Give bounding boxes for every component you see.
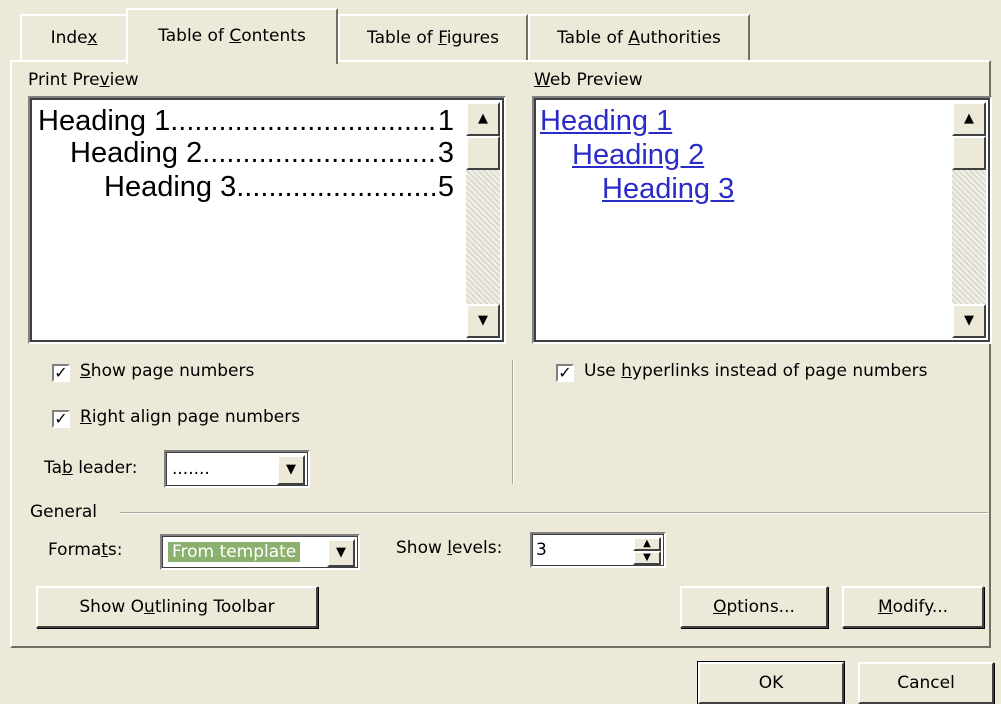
print-preview-scrollbar[interactable]: ▲ ▼ <box>466 102 500 338</box>
toc-line: Heading 3...............................… <box>104 171 454 203</box>
scroll-up-icon[interactable]: ▲ <box>466 102 500 136</box>
web-preview-link[interactable]: Heading 2 <box>572 138 704 172</box>
column-divider <box>512 360 514 484</box>
formats-label: Formats: <box>48 540 123 560</box>
right-align-label: Right align page numbers <box>80 407 301 427</box>
options-button[interactable]: Options... <box>680 586 828 628</box>
button-label: OK <box>758 673 784 693</box>
button-label: Show Outlining Toolbar <box>79 597 275 617</box>
show-levels-spinner[interactable]: 3 ▲ ▼ <box>530 532 666 568</box>
tab-label: Table of Contents <box>158 26 306 46</box>
tab-leader-value: ....... <box>172 459 210 479</box>
button-label: Options... <box>713 597 795 617</box>
tab-table-of-authorities[interactable]: Table of Authorities <box>528 14 750 60</box>
general-divider <box>120 512 988 514</box>
scroll-down-icon[interactable]: ▼ <box>466 304 500 338</box>
show-page-numbers-label: Show page numbers <box>80 361 255 381</box>
tab-table-of-figures[interactable]: Table of Figures <box>338 14 528 60</box>
general-group-label: General <box>30 502 97 522</box>
tab-leader-select[interactable]: ....... ▼ <box>164 450 310 488</box>
spin-down-icon[interactable]: ▼ <box>633 551 661 565</box>
toc-line: Heading 2...............................… <box>70 137 454 169</box>
modify-button[interactable]: Modify... <box>842 586 984 628</box>
use-hyperlinks-label: Use hyperlinks instead of page numbers <box>584 361 928 381</box>
button-label: Modify... <box>877 597 949 617</box>
chevron-down-icon[interactable]: ▼ <box>327 539 355 567</box>
show-page-numbers-checkbox[interactable]: ✓ <box>52 364 70 382</box>
formats-value: From template <box>168 542 301 562</box>
web-preview-link[interactable]: Heading 3 <box>602 172 734 206</box>
button-label: Cancel <box>897 673 955 693</box>
scroll-down-icon[interactable]: ▼ <box>952 304 986 338</box>
tab-label: Table of Figures <box>367 28 499 48</box>
web-preview-box: Heading 1 Heading 2 Heading 3 ▲ ▼ <box>532 96 992 344</box>
tab-strip: Index Table of Contents Table of Figures… <box>0 0 1001 64</box>
formats-select[interactable]: From template ▼ <box>160 534 360 570</box>
show-outlining-toolbar-button[interactable]: Show Outlining Toolbar <box>36 586 318 628</box>
toc-line: Heading 1...............................… <box>38 105 454 137</box>
web-preview-link[interactable]: Heading 1 <box>540 104 672 138</box>
spin-up-icon[interactable]: ▲ <box>633 537 661 551</box>
print-preview-box: Heading 1...............................… <box>28 96 506 344</box>
chevron-down-icon[interactable]: ▼ <box>277 455 305 485</box>
ok-button[interactable]: OK <box>697 661 845 704</box>
tab-label: Table of Authorities <box>557 28 721 48</box>
web-preview-label: Web Preview <box>534 70 643 90</box>
use-hyperlinks-checkbox[interactable]: ✓ <box>556 364 574 382</box>
scroll-up-icon[interactable]: ▲ <box>952 102 986 136</box>
tab-leader-label: Tab leader: <box>44 458 138 478</box>
scroll-thumb[interactable] <box>466 136 500 170</box>
tab-table-of-contents[interactable]: Table of Contents <box>126 8 338 64</box>
tab-index[interactable]: Index <box>20 14 128 60</box>
cancel-button[interactable]: Cancel <box>858 662 994 704</box>
scroll-thumb[interactable] <box>952 136 986 170</box>
print-preview-label: Print Preview <box>28 70 139 90</box>
show-levels-label: Show levels: <box>396 538 503 558</box>
right-align-checkbox[interactable]: ✓ <box>52 410 70 428</box>
show-levels-value: 3 <box>536 540 547 560</box>
tab-label: Index <box>50 28 98 48</box>
web-preview-scrollbar[interactable]: ▲ ▼ <box>952 102 986 338</box>
